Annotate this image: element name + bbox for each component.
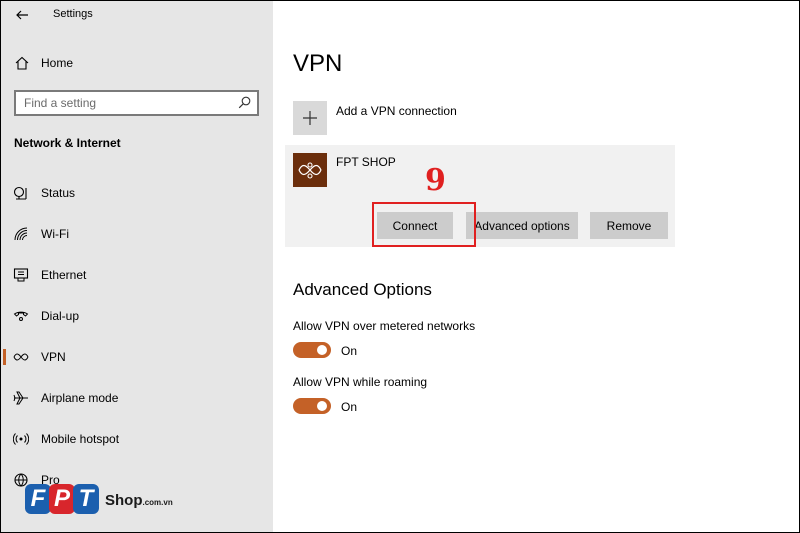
- section-title: Network & Internet: [14, 136, 121, 150]
- home-icon: [15, 56, 29, 70]
- home-label: Home: [41, 56, 74, 70]
- vpn-connection-name: FPT SHOP: [336, 155, 396, 169]
- back-arrow-icon[interactable]: [14, 7, 30, 23]
- annotation-highlight-box: [372, 202, 476, 247]
- advanced-options-button[interactable]: Advanced options: [466, 212, 578, 239]
- sidebar-item-label: Status: [41, 186, 76, 200]
- airplane-icon: [13, 391, 28, 405]
- status-icon: [13, 186, 27, 200]
- metered-networks-toggle[interactable]: [293, 342, 331, 358]
- logo-brand: Shop.com.vn: [105, 492, 173, 509]
- metered-networks-state: On: [341, 344, 358, 358]
- sidebar-item-label: Dial-up: [41, 309, 80, 323]
- search-input[interactable]: [24, 95, 229, 111]
- wifi-icon: [14, 227, 28, 241]
- logo-letter-p: P: [49, 484, 75, 514]
- dial-up-icon: [13, 311, 29, 321]
- add-vpn-button[interactable]: [293, 101, 327, 135]
- hotspot-icon: [13, 433, 29, 445]
- sidebar-item-wifi[interactable]: Wi-Fi: [1, 218, 273, 250]
- sidebar: Settings Home Network & Internet Status …: [1, 1, 273, 532]
- title-bar: Settings: [1, 1, 273, 29]
- sidebar-item-dial-up[interactable]: Dial-up: [1, 300, 273, 332]
- logo-letter-f: F: [25, 484, 51, 514]
- sidebar-item-ethernet[interactable]: Ethernet: [1, 259, 273, 291]
- sidebar-item-label: VPN: [41, 350, 66, 364]
- vpn-connection-tile: [293, 153, 327, 187]
- vpn-connection-card[interactable]: FPT SHOP 9 Connect Advanced options Remo…: [285, 145, 675, 247]
- roaming-state: On: [341, 400, 358, 414]
- vpn-icon: [298, 162, 322, 179]
- roaming-toggle[interactable]: [293, 398, 331, 414]
- sidebar-item-mobile-hotspot[interactable]: Mobile hotspot: [1, 423, 273, 455]
- vpn-icon: [13, 353, 29, 361]
- add-vpn-label[interactable]: Add a VPN connection: [336, 104, 457, 118]
- search-box[interactable]: [14, 90, 259, 116]
- sidebar-item-label: Mobile hotspot: [41, 432, 120, 446]
- sidebar-item-home[interactable]: Home: [1, 51, 273, 75]
- logo-domain: .com.vn: [142, 498, 173, 507]
- ethernet-icon: [13, 268, 29, 282]
- window-title: Settings: [53, 8, 93, 20]
- sidebar-item-airplane-mode[interactable]: Airplane mode: [1, 382, 273, 414]
- sidebar-item-vpn[interactable]: VPN: [1, 341, 273, 373]
- metered-networks-label: Allow VPN over metered networks: [293, 319, 476, 333]
- logo-brand-text: Shop: [105, 492, 143, 509]
- toggle-knob: [317, 401, 327, 411]
- remove-button[interactable]: Remove: [590, 212, 668, 239]
- annotation-step-number: 9: [425, 163, 446, 198]
- fpt-shop-logo: F P T Shop.com.vn: [25, 484, 205, 520]
- toggle-knob: [317, 345, 327, 355]
- advanced-options-title: Advanced Options: [293, 280, 432, 299]
- logo-letter-t: T: [73, 484, 99, 514]
- sidebar-item-status[interactable]: Status: [1, 177, 273, 209]
- roaming-label: Allow VPN while roaming: [293, 375, 428, 389]
- sidebar-item-label: Airplane mode: [41, 391, 119, 405]
- main-content: VPN Add a VPN connection FPT SHOP 9 Conn…: [273, 1, 799, 532]
- page-title: VPN: [293, 50, 343, 77]
- sidebar-item-label: Ethernet: [41, 268, 87, 282]
- plus-icon: [303, 111, 317, 125]
- search-icon[interactable]: [238, 96, 251, 109]
- sidebar-item-label: Wi-Fi: [41, 227, 69, 241]
